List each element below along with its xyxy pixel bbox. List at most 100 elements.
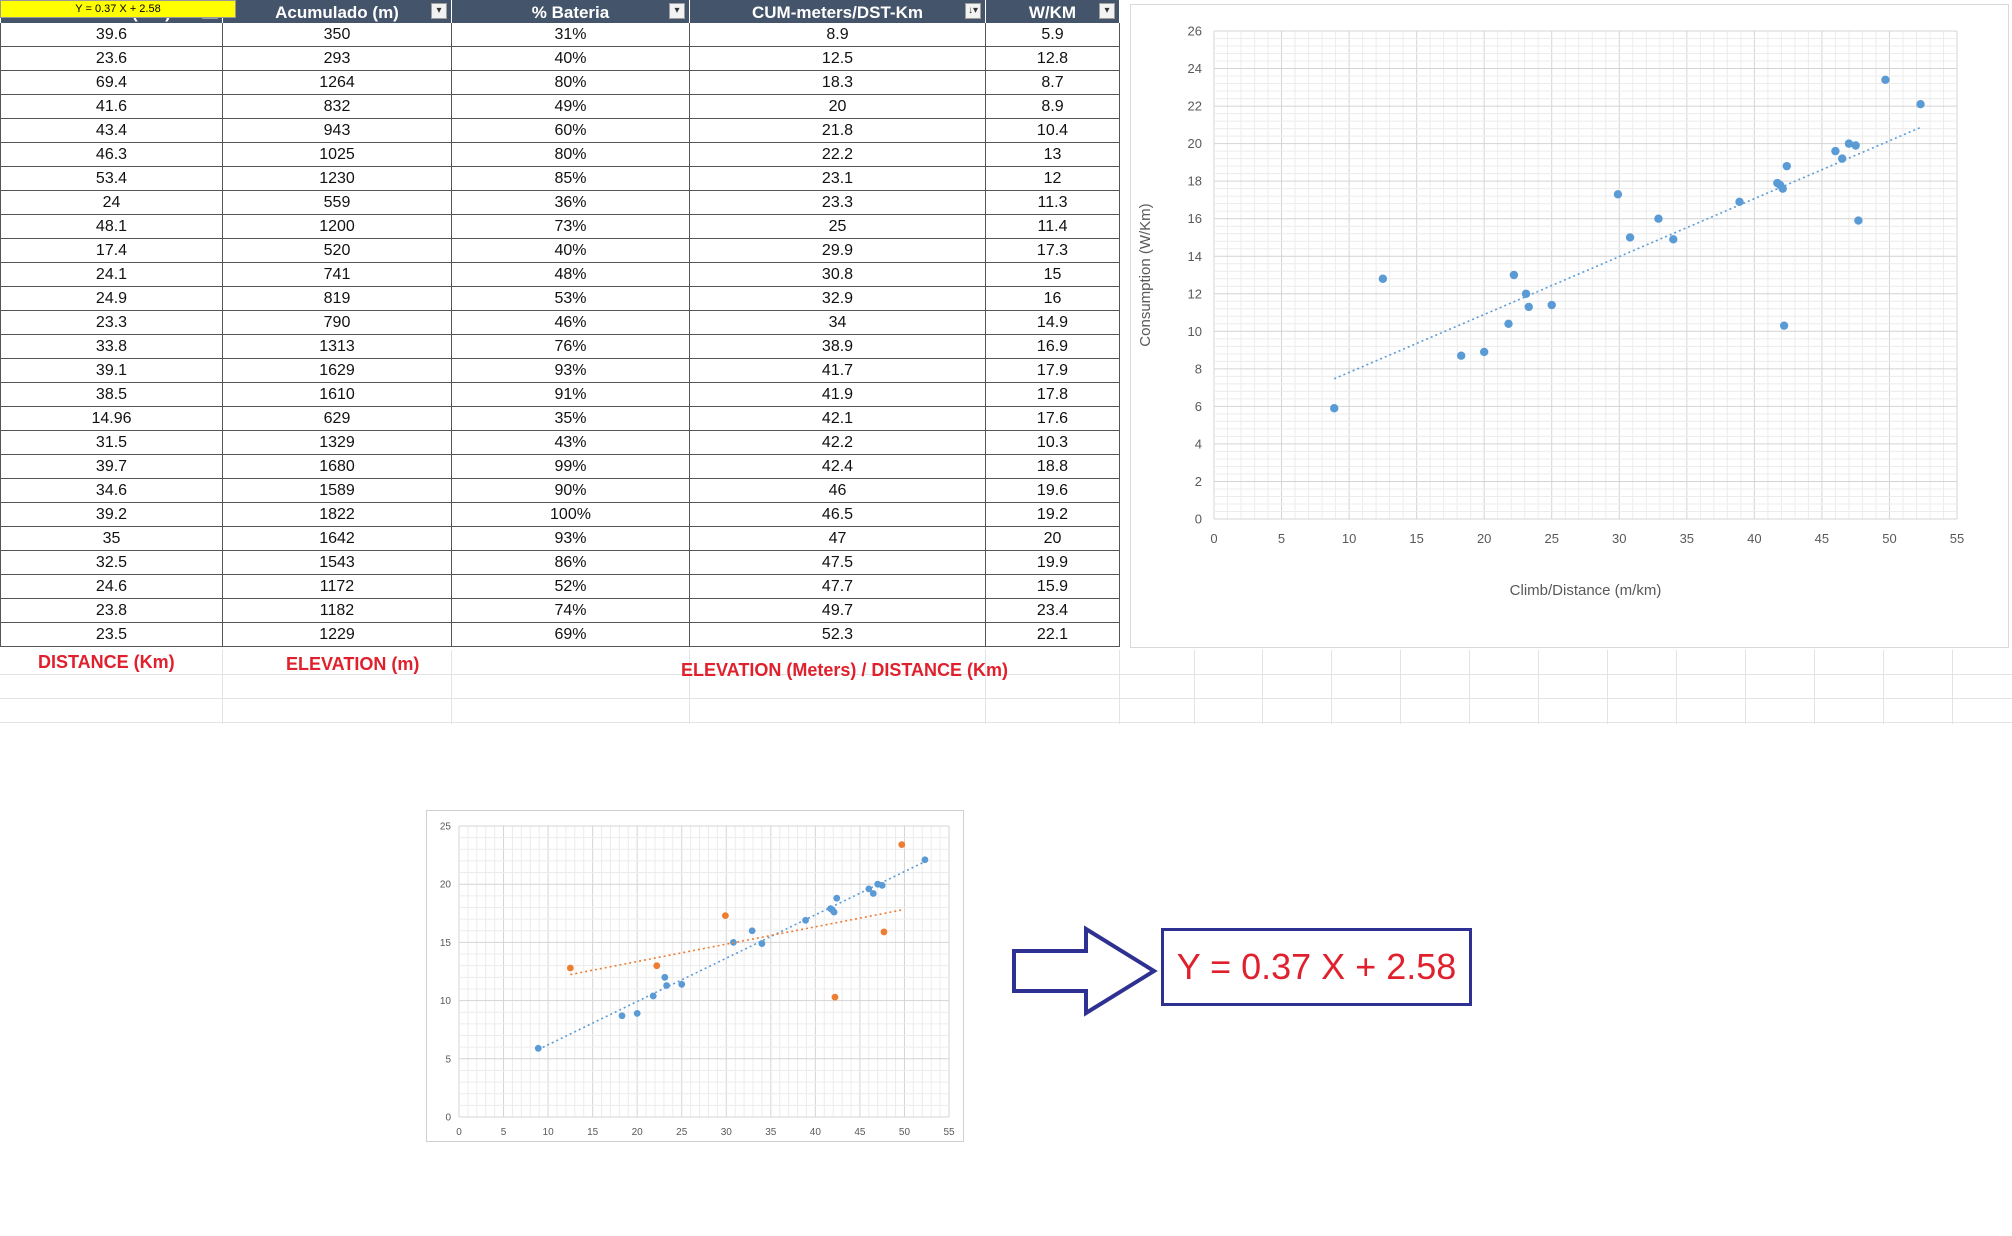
table-cell[interactable]: 5.9	[985, 23, 1120, 47]
table-cell[interactable]: 25	[689, 214, 986, 239]
table-cell[interactable]: 1543	[222, 550, 452, 575]
table-cell[interactable]: 1610	[222, 382, 452, 407]
table-cell[interactable]: 39.7	[0, 454, 223, 479]
table-cell[interactable]: 22.1	[985, 622, 1120, 647]
table-cell[interactable]: 1025	[222, 142, 452, 167]
table-cell[interactable]: 790	[222, 310, 452, 335]
table-cell[interactable]: 12	[985, 166, 1120, 191]
table-cell[interactable]: 90%	[451, 478, 690, 503]
table-cell[interactable]: 23.8	[0, 598, 223, 623]
table-cell[interactable]: 39.2	[0, 502, 223, 527]
table-cell[interactable]: 11.3	[985, 190, 1120, 215]
table-cell[interactable]: 12.5	[689, 46, 986, 71]
table-cell[interactable]: 819	[222, 286, 452, 311]
table-cell[interactable]: 34	[689, 310, 986, 335]
table-cell[interactable]: 1642	[222, 526, 452, 551]
table-cell[interactable]: 18.3	[689, 70, 986, 95]
column-header[interactable]: % Bateria ▾	[451, 0, 690, 23]
table-cell[interactable]: 24.9	[0, 286, 223, 311]
table-cell[interactable]: 350	[222, 23, 452, 47]
table-cell[interactable]: 15	[985, 262, 1120, 287]
table-cell[interactable]: 38.5	[0, 382, 223, 407]
table-cell[interactable]: 42.1	[689, 406, 986, 431]
table-cell[interactable]: 16	[985, 286, 1120, 311]
table-cell[interactable]: 80%	[451, 142, 690, 167]
table-cell[interactable]: 1264	[222, 70, 452, 95]
table-cell[interactable]: 49.7	[689, 598, 986, 623]
table-cell[interactable]: 1822	[222, 502, 452, 527]
table-cell[interactable]: 80%	[451, 70, 690, 95]
table-cell[interactable]: 40%	[451, 46, 690, 71]
table-cell[interactable]: 48.1	[0, 214, 223, 239]
table-cell[interactable]: 1230	[222, 166, 452, 191]
table-cell[interactable]: 74%	[451, 598, 690, 623]
table-cell[interactable]: 8.9	[689, 23, 986, 47]
filter-dropdown-icon[interactable]: ▾	[1099, 3, 1115, 19]
table-cell[interactable]: 42.2	[689, 430, 986, 455]
table-cell[interactable]: 10.3	[985, 430, 1120, 455]
table-cell[interactable]: 48%	[451, 262, 690, 287]
table-cell[interactable]: 1629	[222, 358, 452, 383]
table-cell[interactable]: 832	[222, 94, 452, 119]
table-cell[interactable]: 47.5	[689, 550, 986, 575]
table-cell[interactable]: 21.8	[689, 118, 986, 143]
table-cell[interactable]: 8.7	[985, 70, 1120, 95]
table-cell[interactable]: 69%	[451, 622, 690, 647]
table-cell[interactable]: 43.4	[0, 118, 223, 143]
table-cell[interactable]: 42.4	[689, 454, 986, 479]
table-cell[interactable]: 15.9	[985, 574, 1120, 599]
table-cell[interactable]: 16.9	[985, 334, 1120, 359]
table-cell[interactable]: 40%	[451, 238, 690, 263]
table-cell[interactable]: 93%	[451, 526, 690, 551]
table-cell[interactable]: 741	[222, 262, 452, 287]
table-cell[interactable]: 30.8	[689, 262, 986, 287]
table-cell[interactable]: 12.8	[985, 46, 1120, 71]
table-cell[interactable]: 1589	[222, 478, 452, 503]
table-cell[interactable]: 31%	[451, 23, 690, 47]
table-cell[interactable]: 13	[985, 142, 1120, 167]
table-cell[interactable]: 23.4	[985, 598, 1120, 623]
table-cell[interactable]: 22.2	[689, 142, 986, 167]
formula-highlight-cell[interactable]: Y = 0.37 X + 2.58	[0, 0, 236, 18]
table-cell[interactable]: 8.9	[985, 94, 1120, 119]
table-cell[interactable]: 99%	[451, 454, 690, 479]
table-cell[interactable]: 53%	[451, 286, 690, 311]
table-cell[interactable]: 18.8	[985, 454, 1120, 479]
table-cell[interactable]: 34.6	[0, 478, 223, 503]
table-cell[interactable]: 17.6	[985, 406, 1120, 431]
table-cell[interactable]: 23.1	[689, 166, 986, 191]
table-cell[interactable]: 1313	[222, 334, 452, 359]
table-cell[interactable]: 46.3	[0, 142, 223, 167]
table-cell[interactable]: 36%	[451, 190, 690, 215]
table-cell[interactable]: 32.9	[689, 286, 986, 311]
filter-dropdown-icon[interactable]: ▾	[669, 3, 685, 19]
table-cell[interactable]: 629	[222, 406, 452, 431]
table-cell[interactable]: 1200	[222, 214, 452, 239]
table-cell[interactable]: 33.8	[0, 334, 223, 359]
table-cell[interactable]: 20	[689, 94, 986, 119]
table-cell[interactable]: 43%	[451, 430, 690, 455]
table-cell[interactable]: 14.96	[0, 406, 223, 431]
table-cell[interactable]: 47	[689, 526, 986, 551]
table-cell[interactable]: 32.5	[0, 550, 223, 575]
table-cell[interactable]: 23.3	[0, 310, 223, 335]
table-cell[interactable]: 19.9	[985, 550, 1120, 575]
table-cell[interactable]: 17.9	[985, 358, 1120, 383]
table-cell[interactable]: 23.5	[0, 622, 223, 647]
table-cell[interactable]: 17.3	[985, 238, 1120, 263]
table-cell[interactable]: 1229	[222, 622, 452, 647]
table-cell[interactable]: 38.9	[689, 334, 986, 359]
table-cell[interactable]: 29.9	[689, 238, 986, 263]
table-cell[interactable]: 31.5	[0, 430, 223, 455]
column-header[interactable]: W/KM ▾	[985, 0, 1120, 23]
table-cell[interactable]: 46%	[451, 310, 690, 335]
table-cell[interactable]: 14.9	[985, 310, 1120, 335]
table-cell[interactable]: 20	[985, 526, 1120, 551]
table-cell[interactable]: 86%	[451, 550, 690, 575]
table-cell[interactable]: 49%	[451, 94, 690, 119]
table-cell[interactable]: 1182	[222, 598, 452, 623]
table-cell[interactable]: 91%	[451, 382, 690, 407]
table-cell[interactable]: 39.6	[0, 23, 223, 47]
table-cell[interactable]: 11.4	[985, 214, 1120, 239]
column-header[interactable]: Acumulado (m) ▾	[222, 0, 452, 23]
